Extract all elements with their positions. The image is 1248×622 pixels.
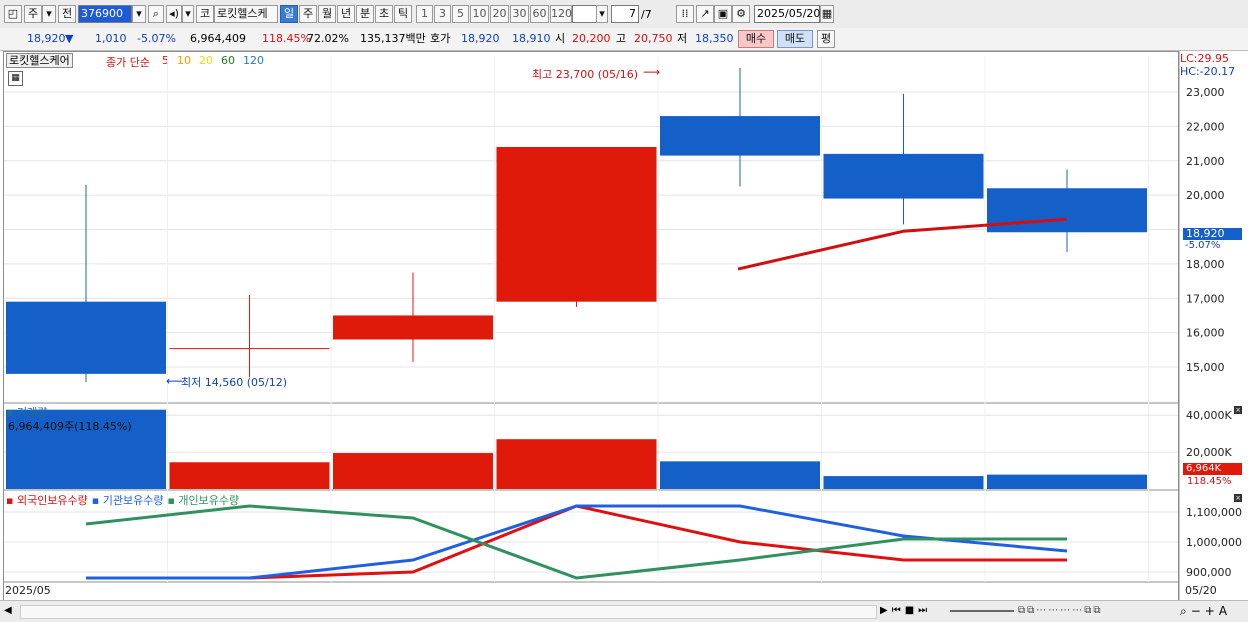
scroll-left-icon[interactable]: ◀: [4, 603, 18, 619]
zoom-controls-icon[interactable]: ⌕−+A: [1180, 603, 1231, 619]
playback-controls-icon[interactable]: ▶⏮■⏭: [880, 603, 931, 619]
holdings-tick-0: 1,100,000: [1186, 506, 1242, 519]
candle-body-6: [987, 188, 1147, 233]
candle-body-0: [6, 301, 166, 374]
x-axis-start: 2025/05: [5, 584, 51, 597]
last-change-tag: -5.07%: [1185, 240, 1221, 251]
volume-bar-2: [333, 453, 493, 489]
volume-bar-6: [987, 474, 1147, 489]
price-tick-6: 16,000: [1186, 327, 1225, 340]
holdings-legend: ▪ 외국인보유수량 ▪ 기관보유수량 ▪ 개인보유수량: [6, 492, 243, 508]
price-tick-5: 17,000: [1186, 292, 1225, 305]
candle-body-1: [169, 348, 330, 350]
holdings-legend-item-0: ▪ 외국인보유수량: [6, 494, 88, 507]
horizontal-scrollbar[interactable]: [20, 605, 877, 619]
price-tick-1: 22,000: [1186, 120, 1225, 133]
candlestick-chart: 23,000 22,000 21,000 20,000 18,000 17,000 16,0…: [4, 51, 1242, 600]
high-annotation: 최고 23,700 (05/16): [532, 68, 639, 81]
price-tick-3: 20,000: [1186, 189, 1225, 202]
high-arrow-icon: ⟶: [643, 65, 661, 79]
volume-bar-1: [169, 462, 330, 489]
holdings-tick-1: 1,000,000: [1186, 536, 1242, 549]
volume-bar-5: [823, 476, 984, 489]
volume-last-pct: 118.45%: [1187, 476, 1232, 487]
drawing-tools-icon[interactable]: ⧉⧉⋯⋯⋯⋯⧉⧉: [1018, 603, 1103, 619]
price-tick-0: 23,000: [1186, 86, 1225, 99]
candle-body-5: [823, 153, 984, 199]
last-price-tag: 18,920: [1183, 228, 1242, 240]
candle-body-3: [496, 147, 657, 302]
low-annotation: 최저 14,560 (05/12): [181, 376, 288, 389]
price-tick-4: 18,000: [1186, 258, 1225, 271]
volume-bar-4: [660, 461, 820, 489]
volume-last-tag: 6,964K: [1183, 463, 1242, 475]
holdings-panel-close-icon[interactable]: ×: [1234, 494, 1242, 502]
holdings-tick-2: 900,000: [1186, 566, 1232, 579]
price-tick-7: 15,000: [1186, 361, 1225, 374]
volume-tick-0: 40,000K: [1186, 409, 1232, 422]
volume-tick-1: 20,000K: [1186, 446, 1232, 459]
holdings-legend-item-1: ▪ 기관보유수량: [91, 494, 164, 507]
candle-body-4: [660, 116, 820, 156]
price-tick-2: 21,000: [1186, 155, 1225, 168]
candle-body-2: [333, 315, 493, 340]
volume-value-note: 6,964,409주(118.45%): [8, 420, 132, 433]
holdings-legend-item-2: ▪ 개인보유수량: [167, 494, 240, 507]
volume-bar-3: [496, 439, 657, 489]
volume-panel-close-icon[interactable]: ×: [1234, 406, 1242, 414]
x-axis-end: 05/20: [1185, 584, 1217, 597]
bottom-scroll-bar: ◀ ▶⏮■⏭ ⧉⧉⋯⋯⋯⋯⧉⧉ ⌕−+A: [0, 600, 1248, 622]
zoom-slider[interactable]: [950, 610, 1014, 612]
